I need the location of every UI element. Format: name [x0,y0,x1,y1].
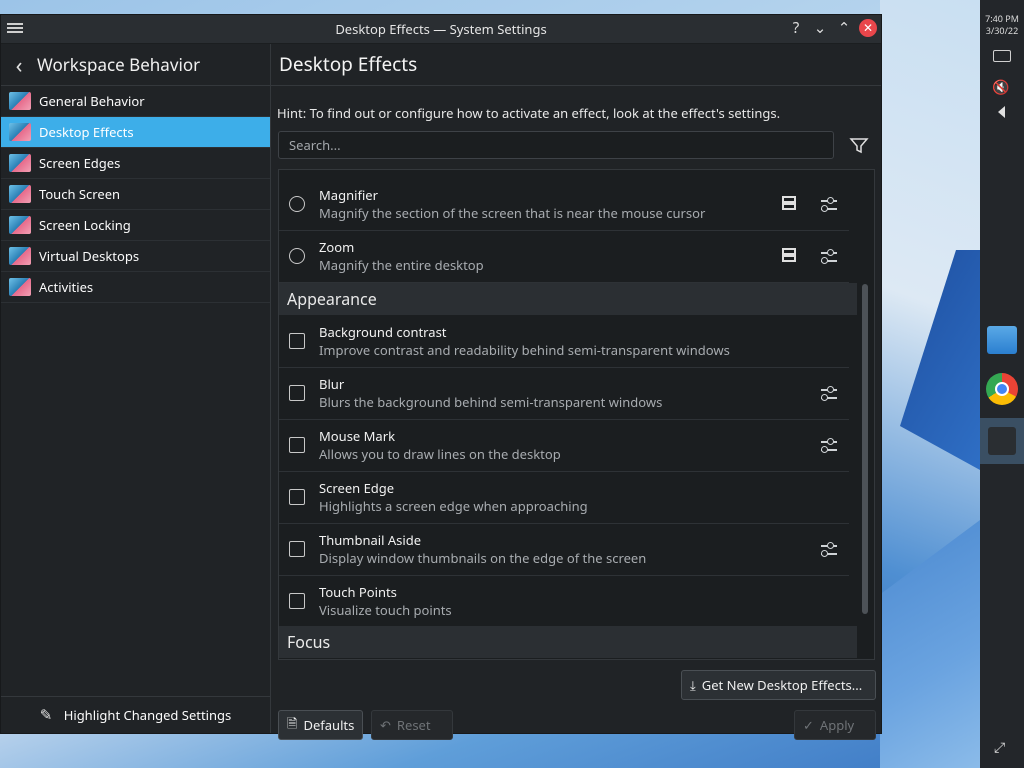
configure-icon[interactable] [821,384,837,402]
screen-edge-checkbox[interactable] [289,489,305,505]
filter-icon[interactable] [849,136,869,156]
video-icon[interactable] [782,196,796,210]
section-appearance: Appearance [279,283,857,315]
close-icon[interactable]: ✕ [859,19,877,37]
screen-locking-icon [9,216,31,234]
reset-button[interactable]: ↶ Reset [371,710,453,740]
configure-icon[interactable] [821,195,837,213]
title-bar: Desktop Effects — System Settings ? ⌄ ⌃ … [1,15,881,44]
panel-config-icon[interactable]: ⤢ [994,738,1005,757]
effect-row-blur[interactable]: Blur Blurs the background behind semi-tr… [279,367,849,420]
settings-window: Desktop Effects — System Settings ? ⌄ ⌃ … [0,14,882,740]
system-settings-taskbar-icon[interactable] [980,418,1024,464]
sidebar-item-touch-screen[interactable]: Touch Screen [1,179,270,210]
magnifier-radio[interactable] [289,196,305,212]
touch-screen-icon [9,185,31,203]
sidebar-item-screen-edges[interactable]: Screen Edges [1,148,270,179]
mouse-mark-checkbox[interactable] [289,437,305,453]
sidebar-item-virtual-desktops[interactable]: Virtual Desktops [1,241,270,272]
check-icon: ✓ [803,716,814,734]
defaults-button[interactable]: 🗎 Defaults [278,710,363,740]
sidebar-item-general-behavior[interactable]: General Behavior [1,86,270,117]
back-icon[interactable]: ‹ [1,50,37,80]
section-focus: Focus [279,626,857,658]
hint-text: Hint: To find out or configure how to ac… [277,104,781,122]
keyboard-icon[interactable] [993,50,1011,62]
activities-icon [9,278,31,296]
download-icon: ⤓ [690,676,696,694]
blur-checkbox[interactable] [289,385,305,401]
search-input[interactable] [278,131,834,159]
sidebar-title: Workspace Behavior [37,53,201,76]
sidebar-item-screen-locking[interactable]: Screen Locking [1,210,270,241]
highlight-changed-button[interactable]: ✎ Highlight Changed Settings [1,696,270,733]
effect-row-thumbnail-aside[interactable]: Thumbnail Aside Display window thumbnail… [279,523,849,576]
sidebar-item-desktop-effects[interactable]: Desktop Effects [1,117,270,148]
effect-row-touch-points[interactable]: Touch Points Visualize touch points [279,575,849,628]
configure-icon[interactable] [821,247,837,265]
virtual-desktops-icon [9,247,31,265]
configure-icon[interactable] [821,540,837,558]
files-icon[interactable] [987,326,1017,354]
page-title: Desktop Effects [271,44,881,86]
background-contrast-checkbox[interactable] [289,333,305,349]
system-panel: 7:40 PM 3/30/22 🔇 ⤢ [980,0,1024,768]
effect-row-screen-edge[interactable]: Screen Edge Highlights a screen edge whe… [279,471,849,524]
configure-icon[interactable] [821,436,837,454]
undo-icon: ↶ [380,716,391,734]
effects-list: Magnifier Magnify the section of the scr… [278,169,875,660]
get-new-effects-button[interactable]: ⤓ Get New Desktop Effects... [681,670,876,700]
touch-points-checkbox[interactable] [289,593,305,609]
help-icon[interactable]: ? [787,19,805,37]
general-behavior-icon [9,92,31,110]
minimize-icon[interactable]: ⌄ [811,19,829,37]
desktop-effects-icon [9,123,31,141]
scrollbar-thumb[interactable] [862,284,868,614]
zoom-radio[interactable] [289,248,305,264]
volume-muted-icon[interactable]: 🔇 [992,78,1009,97]
main-panel: Desktop Effects Hint: To find out or con… [271,44,881,740]
chrome-icon[interactable] [986,373,1018,405]
effect-row-mouse-mark[interactable]: Mouse Mark Allows you to draw lines on t… [279,419,849,472]
document-icon: 🗎 [287,713,298,732]
window-title: Desktop Effects — System Settings [335,20,547,38]
expand-arrow-icon[interactable] [998,106,1005,118]
video-icon[interactable] [782,248,796,262]
thumbnail-aside-checkbox[interactable] [289,541,305,557]
sidebar-item-activities[interactable]: Activities [1,272,270,303]
pen-icon: ✎ [39,705,53,725]
effect-row-magnifier[interactable]: Magnifier Magnify the section of the scr… [279,178,849,231]
sidebar-header: ‹ Workspace Behavior [1,44,270,86]
scrollbar[interactable] [862,176,868,654]
sidebar: ‹ Workspace Behavior General Behavior De… [1,44,271,733]
effect-row-background-contrast[interactable]: Background contrast Improve contrast and… [279,315,849,368]
clock-date[interactable]: 3/30/22 [980,24,1024,37]
effect-row-zoom[interactable]: Zoom Magnify the entire desktop [279,230,849,283]
apply-button[interactable]: ✓ Apply [794,710,876,740]
maximize-icon[interactable]: ⌃ [835,19,853,37]
screen-edges-icon [9,154,31,172]
